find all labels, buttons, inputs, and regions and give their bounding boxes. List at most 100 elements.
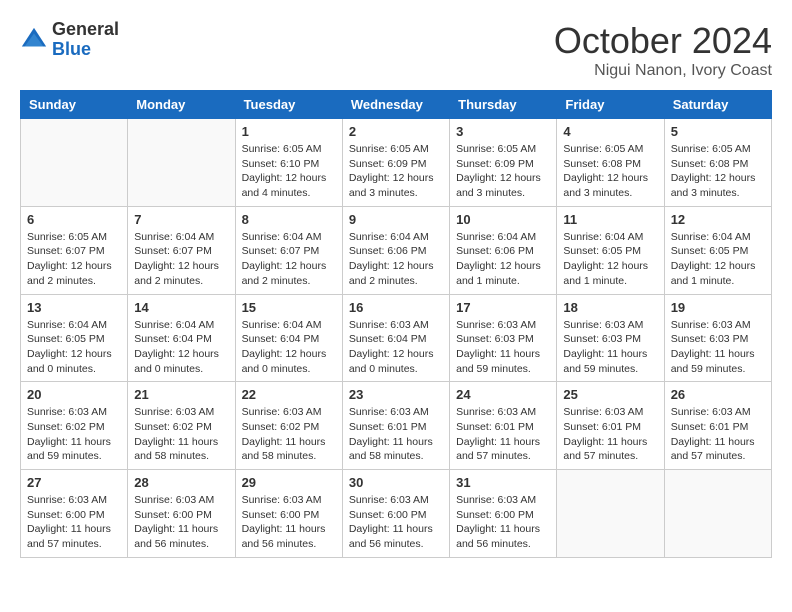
calendar-week-row: 27 Sunrise: 6:03 AM Sunset: 6:00 PM Dayli… xyxy=(21,470,772,558)
day-info: Sunrise: 6:03 AM Sunset: 6:00 PM Dayligh… xyxy=(456,493,550,552)
day-number: 29 xyxy=(242,475,336,490)
calendar-cell: 13 Sunrise: 6:04 AM Sunset: 6:05 PM Dayli… xyxy=(21,294,128,382)
day-number: 11 xyxy=(563,212,657,227)
day-number: 4 xyxy=(563,124,657,139)
day-number: 18 xyxy=(563,300,657,315)
day-info: Sunrise: 6:03 AM Sunset: 6:01 PM Dayligh… xyxy=(563,405,657,464)
day-info: Sunrise: 6:05 AM Sunset: 6:10 PM Dayligh… xyxy=(242,142,336,201)
day-info: Sunrise: 6:04 AM Sunset: 6:07 PM Dayligh… xyxy=(242,230,336,289)
day-info: Sunrise: 6:05 AM Sunset: 6:08 PM Dayligh… xyxy=(563,142,657,201)
calendar-cell: 23 Sunrise: 6:03 AM Sunset: 6:01 PM Dayli… xyxy=(342,382,449,470)
calendar-cell: 28 Sunrise: 6:03 AM Sunset: 6:00 PM Dayli… xyxy=(128,470,235,558)
calendar-cell: 9Sunrise: 6:04 AM Sunset: 6:06 PM Daylig… xyxy=(342,206,449,294)
day-number: 12 xyxy=(671,212,765,227)
day-info: Sunrise: 6:03 AM Sunset: 6:00 PM Dayligh… xyxy=(349,493,443,552)
calendar-cell: 22 Sunrise: 6:03 AM Sunset: 6:02 PM Dayli… xyxy=(235,382,342,470)
day-number: 17 xyxy=(456,300,550,315)
day-info: Sunrise: 6:04 AM Sunset: 6:04 PM Dayligh… xyxy=(134,318,228,377)
calendar-cell: 8 Sunrise: 6:04 AM Sunset: 6:07 PM Daylig… xyxy=(235,206,342,294)
day-number: 31 xyxy=(456,475,550,490)
day-number: 14 xyxy=(134,300,228,315)
day-info: Sunrise: 6:05 AM Sunset: 6:08 PM Dayligh… xyxy=(671,142,765,201)
calendar-cell: 5 Sunrise: 6:05 AM Sunset: 6:08 PM Daylig… xyxy=(664,119,771,207)
calendar-cell: 17 Sunrise: 6:03 AM Sunset: 6:03 PM Dayli… xyxy=(450,294,557,382)
calendar-cell: 15 Sunrise: 6:04 AM Sunset: 6:04 PM Dayli… xyxy=(235,294,342,382)
day-info: Sunrise: 6:05 AM Sunset: 6:09 PM Dayligh… xyxy=(456,142,550,201)
day-info: Sunrise: 6:03 AM Sunset: 6:02 PM Dayligh… xyxy=(242,405,336,464)
day-number: 22 xyxy=(242,387,336,402)
calendar-cell xyxy=(557,470,664,558)
calendar-cell: 4 Sunrise: 6:05 AM Sunset: 6:08 PM Daylig… xyxy=(557,119,664,207)
day-number: 25 xyxy=(563,387,657,402)
weekday-header: Wednesday xyxy=(342,91,449,119)
calendar-cell: 14 Sunrise: 6:04 AM Sunset: 6:04 PM Dayli… xyxy=(128,294,235,382)
day-info: Sunrise: 6:03 AM Sunset: 6:01 PM Dayligh… xyxy=(456,405,550,464)
calendar-cell xyxy=(21,119,128,207)
day-info: Sunrise: 6:03 AM Sunset: 6:02 PM Dayligh… xyxy=(134,405,228,464)
day-number: 13 xyxy=(27,300,121,315)
day-number: 19 xyxy=(671,300,765,315)
day-info: Sunrise: 6:04 AM Sunset: 6:05 PM Dayligh… xyxy=(563,230,657,289)
calendar-cell: 26 Sunrise: 6:03 AM Sunset: 6:01 PM Dayli… xyxy=(664,382,771,470)
day-number: 9 xyxy=(349,212,443,227)
calendar-cell: 10 Sunrise: 6:04 AM Sunset: 6:06 PM Dayli… xyxy=(450,206,557,294)
day-number: 27 xyxy=(27,475,121,490)
day-info: Sunrise: 6:03 AM Sunset: 6:03 PM Dayligh… xyxy=(563,318,657,377)
calendar-cell: 3 Sunrise: 6:05 AM Sunset: 6:09 PM Daylig… xyxy=(450,119,557,207)
month-title: October 2024 xyxy=(554,20,772,62)
day-info: Sunrise: 6:04 AM Sunset: 6:05 PM Dayligh… xyxy=(27,318,121,377)
day-number: 3 xyxy=(456,124,550,139)
page-header: General Blue October 2024 Nigui Nanon, I… xyxy=(20,20,772,80)
day-info: Sunrise: 6:03 AM Sunset: 6:00 PM Dayligh… xyxy=(134,493,228,552)
weekday-header: Tuesday xyxy=(235,91,342,119)
day-number: 2 xyxy=(349,124,443,139)
day-info: Sunrise: 6:03 AM Sunset: 6:01 PM Dayligh… xyxy=(349,405,443,464)
day-number: 30 xyxy=(349,475,443,490)
calendar-cell: 19 Sunrise: 6:03 AM Sunset: 6:03 PM Dayli… xyxy=(664,294,771,382)
day-number: 15 xyxy=(242,300,336,315)
calendar-cell xyxy=(128,119,235,207)
calendar-cell xyxy=(664,470,771,558)
day-info: Sunrise: 6:03 AM Sunset: 6:00 PM Dayligh… xyxy=(242,493,336,552)
day-info: Sunrise: 6:03 AM Sunset: 6:01 PM Dayligh… xyxy=(671,405,765,464)
weekday-header: Friday xyxy=(557,91,664,119)
day-info: Sunrise: 6:04 AM Sunset: 6:06 PM Dayligh… xyxy=(456,230,550,289)
day-number: 6 xyxy=(27,212,121,227)
day-info: Sunrise: 6:04 AM Sunset: 6:07 PM Dayligh… xyxy=(134,230,228,289)
weekday-header: Monday xyxy=(128,91,235,119)
day-info: Sunrise: 6:05 AM Sunset: 6:07 PM Dayligh… xyxy=(27,230,121,289)
day-number: 24 xyxy=(456,387,550,402)
location-title: Nigui Nanon, Ivory Coast xyxy=(554,62,772,80)
day-number: 10 xyxy=(456,212,550,227)
day-number: 20 xyxy=(27,387,121,402)
day-number: 8 xyxy=(242,212,336,227)
day-number: 21 xyxy=(134,387,228,402)
day-info: Sunrise: 6:03 AM Sunset: 6:00 PM Dayligh… xyxy=(27,493,121,552)
day-info: Sunrise: 6:05 AM Sunset: 6:09 PM Dayligh… xyxy=(349,142,443,201)
calendar-cell: 24 Sunrise: 6:03 AM Sunset: 6:01 PM Dayli… xyxy=(450,382,557,470)
calendar-week-row: 1 Sunrise: 6:05 AM Sunset: 6:10 PM Daylig… xyxy=(21,119,772,207)
day-number: 16 xyxy=(349,300,443,315)
day-number: 5 xyxy=(671,124,765,139)
calendar-cell: 12Sunrise: 6:04 AM Sunset: 6:05 PM Dayli… xyxy=(664,206,771,294)
day-number: 28 xyxy=(134,475,228,490)
weekday-header-row: SundayMondayTuesdayWednesdayThursdayFrid… xyxy=(21,91,772,119)
calendar-cell: 29 Sunrise: 6:03 AM Sunset: 6:00 PM Dayli… xyxy=(235,470,342,558)
day-number: 23 xyxy=(349,387,443,402)
weekday-header: Saturday xyxy=(664,91,771,119)
calendar-cell: 18 Sunrise: 6:03 AM Sunset: 6:03 PM Dayli… xyxy=(557,294,664,382)
day-number: 7 xyxy=(134,212,228,227)
day-number: 26 xyxy=(671,387,765,402)
weekday-header: Thursday xyxy=(450,91,557,119)
calendar-week-row: 20 Sunrise: 6:03 AM Sunset: 6:02 PM Dayli… xyxy=(21,382,772,470)
day-info: Sunrise: 6:04 AM Sunset: 6:04 PM Dayligh… xyxy=(242,318,336,377)
day-number: 1 xyxy=(242,124,336,139)
calendar-cell: 20Sunrise: 6:03 AM Sunset: 6:02 PM Dayli… xyxy=(21,382,128,470)
day-info: Sunrise: 6:03 AM Sunset: 6:03 PM Dayligh… xyxy=(456,318,550,377)
day-info: Sunrise: 6:03 AM Sunset: 6:03 PM Dayligh… xyxy=(671,318,765,377)
calendar-week-row: 13 Sunrise: 6:04 AM Sunset: 6:05 PM Dayli… xyxy=(21,294,772,382)
calendar-cell: 1 Sunrise: 6:05 AM Sunset: 6:10 PM Daylig… xyxy=(235,119,342,207)
calendar-cell: 21 Sunrise: 6:03 AM Sunset: 6:02 PM Dayli… xyxy=(128,382,235,470)
day-info: Sunrise: 6:03 AM Sunset: 6:04 PM Dayligh… xyxy=(349,318,443,377)
calendar-cell: 2 Sunrise: 6:05 AM Sunset: 6:09 PM Daylig… xyxy=(342,119,449,207)
